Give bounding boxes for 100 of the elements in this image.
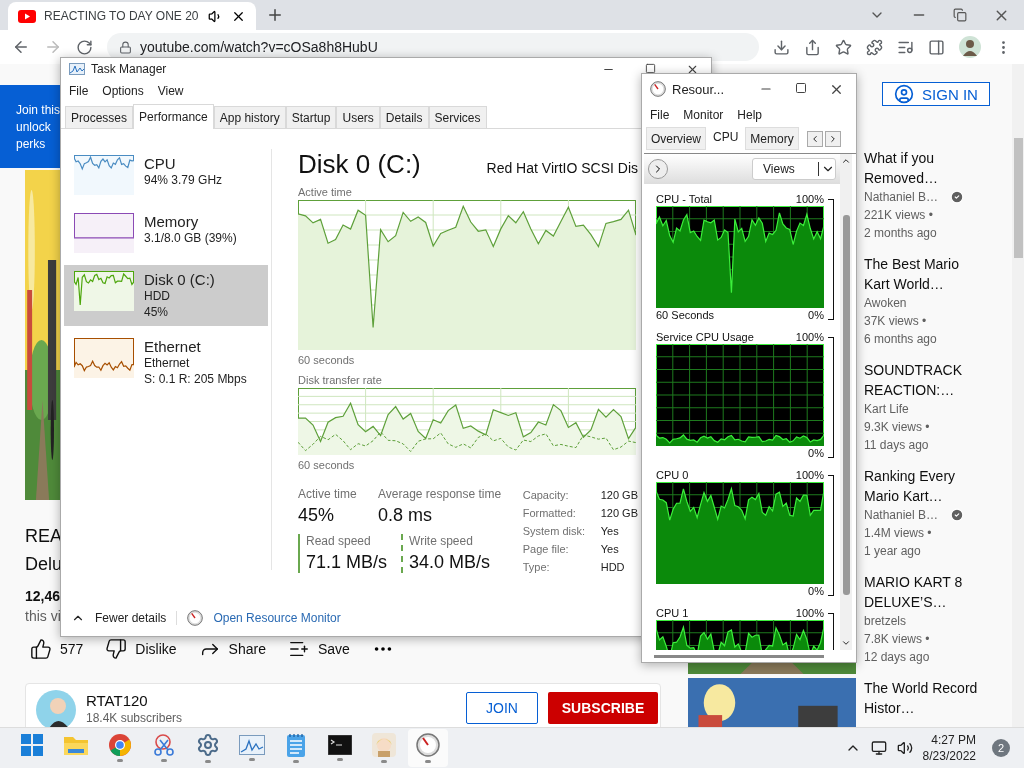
resource-item[interactable]: Ethernet Ethernet S: 0.1 R: 205 Mbps	[64, 332, 268, 393]
property-value: HDD	[600, 560, 626, 575]
dislike-button[interactable]: Dislike	[105, 638, 177, 660]
graph-label: Active time	[298, 185, 352, 200]
video-title[interactable]: Ranking Every Mario Kart…	[864, 466, 982, 506]
property-label: Page file:	[522, 542, 570, 557]
resource-item[interactable]: CPU 94% 3.79 GHz	[64, 149, 268, 201]
resource-detail: Ethernet	[144, 355, 191, 371]
upload-age: 6 months ago	[864, 331, 937, 348]
stat-value: 45%	[298, 505, 336, 526]
tab[interactable]: App history	[213, 106, 286, 128]
stat-value: 71.1 MB/s	[306, 552, 388, 573]
property-label: Formatted:	[522, 506, 577, 521]
subscriber-count: 18.4K subscribers	[86, 711, 184, 725]
tab[interactable]: Memory	[745, 127, 799, 150]
view-count: 12,46	[25, 587, 61, 606]
upload-age: 12 days ago	[864, 649, 930, 666]
open-resource-monitor-link[interactable]: Open Resource Monitor	[213, 611, 341, 625]
menu-item[interactable]: File	[650, 108, 670, 122]
resource-item[interactable]: Disk 0 (C:) HDD 45%	[64, 265, 268, 326]
panel-heading: Disk 0 (C:)	[298, 149, 421, 180]
graph-title: CPU 0	[656, 468, 689, 482]
view-count: 37K views •	[864, 313, 927, 330]
resource-name: Memory	[144, 213, 200, 230]
resource-detail: 94% 3.79 GHz	[144, 172, 223, 188]
tab[interactable]: Services	[428, 106, 487, 128]
resource-name: CPU	[144, 155, 177, 172]
graph-title: CPU - Total	[656, 192, 713, 206]
property-label: System disk:	[522, 524, 587, 539]
view-count: 9.3K views •	[864, 419, 930, 436]
like-button[interactable]: 577	[30, 638, 84, 660]
stat-label: Read speed	[306, 534, 372, 548]
menu-item[interactable]: Options	[102, 84, 144, 98]
video-title: REA	[25, 525, 62, 548]
resource-name: Ethernet	[144, 338, 202, 355]
video-title[interactable]: The World Record Histor…	[864, 678, 982, 718]
resource-detail: 45%	[144, 304, 170, 320]
tab[interactable]: Processes	[65, 106, 134, 128]
video-title[interactable]: The Best Mario Kart World…	[864, 254, 982, 294]
axis-max-label: 100%	[795, 606, 824, 620]
resource-name: Disk 0 (C:)	[144, 271, 215, 288]
property-value: Yes	[600, 542, 620, 557]
channel-name: Awoken	[864, 295, 907, 312]
resource-detail: HDD	[144, 288, 171, 304]
save-button[interactable]: Save	[287, 638, 350, 660]
menu-item[interactable]: Monitor	[683, 108, 724, 122]
resource-item[interactable]: Memory 3.1/8.0 GB (39%)	[64, 207, 268, 259]
url-text: youtube.com/watch?v=cOSa8h8HubU	[140, 39, 378, 55]
browser-tab[interactable]: REACTING TO DAY ONE 20	[8, 2, 256, 30]
menu-item[interactable]: View	[157, 84, 184, 98]
video-title[interactable]: SOUNDTRACK REACTION:…	[864, 360, 982, 400]
property-label: Capacity:	[522, 488, 570, 503]
fewer-details-button[interactable]: Fewer details	[71, 611, 178, 625]
stat-label: Active time	[298, 487, 358, 501]
stat-value: 34.0 MB/s	[409, 552, 491, 573]
tab[interactable]: Startup	[285, 106, 337, 128]
time-span-label: 60 Seconds	[656, 308, 715, 322]
notification-badge[interactable]: 2	[992, 739, 1010, 757]
property-label: Type:	[522, 560, 551, 575]
channel-name: bretzels	[864, 613, 907, 630]
menu-item[interactable]: Help	[737, 108, 763, 122]
view-count: 7.8K views •	[864, 631, 930, 648]
subscribe-button[interactable]: SUBSCRIBE	[548, 692, 658, 724]
description-text: this vi	[25, 607, 61, 626]
channel-name: Nathaniel B…	[864, 507, 939, 524]
tab[interactable]: Users	[336, 106, 380, 128]
property-value: 120 GB	[600, 488, 638, 503]
axis-min-label: 0%	[808, 308, 824, 322]
view-count: 221K views •	[864, 207, 933, 224]
upload-age: 11 days ago	[864, 437, 929, 454]
views-dropdown[interactable]: Views	[752, 158, 836, 180]
join-button[interactable]: JOIN	[466, 692, 538, 724]
graph-label: Disk transfer rate	[298, 373, 382, 388]
channel-name[interactable]: RTAT120	[86, 692, 456, 709]
menu-item[interactable]: File	[69, 84, 89, 98]
tab-title: REACTING TO DAY ONE 20	[44, 9, 199, 23]
banner-text: Join this	[16, 102, 61, 117]
disk-model: Red Hat VirtIO SCSI Dis	[486, 159, 638, 176]
banner-text: perks	[16, 136, 46, 151]
channel-name: Kart Life	[864, 401, 909, 418]
channel-name: Nathaniel B…	[864, 189, 939, 206]
share-button[interactable]: Share	[198, 638, 266, 660]
property-value: 120 GB	[600, 506, 638, 521]
stat-label: Write speed	[409, 534, 474, 548]
axis-max-label: 100%	[795, 330, 824, 344]
stat-label: Average response time	[378, 487, 502, 501]
axis-max-label: 100%	[795, 192, 824, 206]
axis-min-label: 0%	[808, 584, 824, 598]
resource-detail: 3.1/8.0 GB (39%)	[144, 230, 237, 246]
clock-date: 8/23/2022	[922, 748, 976, 764]
tab[interactable]: Performance	[133, 104, 214, 129]
window-title: Task Manager	[91, 62, 168, 76]
axis-min-label: 0%	[808, 446, 824, 460]
sign-in-button[interactable]: SIGN IN	[882, 82, 990, 106]
video-title[interactable]: What if you Removed…	[864, 148, 982, 188]
upload-age: 1 year ago	[864, 543, 921, 560]
video-title[interactable]: MARIO KART 8 DELUXE’S…	[864, 572, 982, 612]
tab[interactable]: Details	[379, 106, 429, 128]
stat-value: 0.8 ms	[378, 505, 434, 526]
tab[interactable]: Overview	[646, 127, 706, 150]
